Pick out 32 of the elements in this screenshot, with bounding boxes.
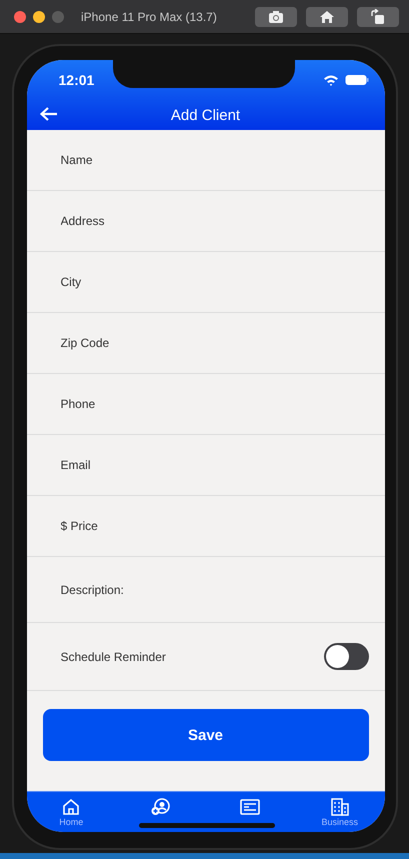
close-window-button[interactable] xyxy=(14,10,26,22)
home-button[interactable] xyxy=(306,6,348,26)
list-icon xyxy=(240,798,260,816)
home-icon xyxy=(319,10,335,24)
rotate-button[interactable] xyxy=(357,6,399,26)
window-title: iPhone 11 Pro Max (13.7) xyxy=(81,10,218,24)
status-time: 12:01 xyxy=(58,72,94,88)
screenshot-button[interactable] xyxy=(255,6,297,26)
input-field[interactable]: $ Price xyxy=(60,519,368,533)
save-button[interactable]: Save xyxy=(42,709,368,761)
home-icon xyxy=(62,798,80,816)
tab[interactable]: Home xyxy=(36,792,106,832)
minimize-window-button[interactable] xyxy=(33,10,45,22)
input-field[interactable]: City xyxy=(60,275,368,289)
wifi-icon xyxy=(322,74,338,86)
camera-icon xyxy=(268,10,284,24)
reminder-label: Schedule Reminder xyxy=(60,650,166,664)
reminder-toggle[interactable] xyxy=(324,643,368,670)
description-field[interactable]: Description: xyxy=(60,582,368,598)
back-arrow-icon xyxy=(38,106,58,122)
battery-icon xyxy=(344,74,368,86)
input-field[interactable]: Address xyxy=(60,214,368,228)
input-field[interactable]: Zip Code xyxy=(60,336,368,350)
add-user-icon xyxy=(150,798,171,816)
input-field[interactable]: Name xyxy=(60,153,368,167)
screen-title: Add Client xyxy=(170,106,240,124)
building-icon xyxy=(330,798,350,816)
back-button[interactable] xyxy=(38,106,58,122)
input-field[interactable]: Phone xyxy=(60,397,368,411)
input-field[interactable]: Email xyxy=(60,458,368,472)
tab[interactable]: Business xyxy=(304,792,375,832)
rotate-icon xyxy=(370,8,386,24)
